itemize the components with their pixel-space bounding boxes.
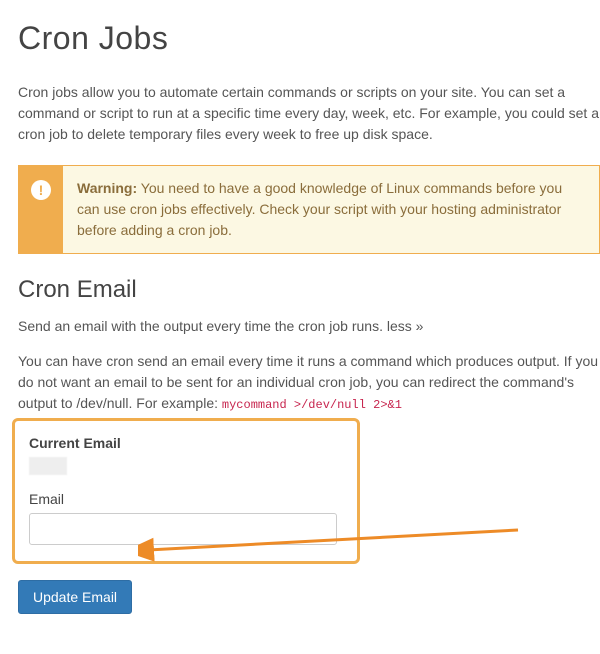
warning-alert: ! Warning: You need to have a good knowl… — [18, 165, 600, 254]
email-form-highlight: Current Email Email — [12, 418, 360, 564]
current-email-label: Current Email — [29, 435, 343, 451]
warning-icon: ! — [31, 180, 51, 200]
intro-text: Cron jobs allow you to automate certain … — [18, 82, 600, 145]
description: You can have cron send an email every ti… — [18, 351, 600, 414]
example-code: mycommand >/dev/null 2>&1 — [222, 398, 402, 412]
current-email-value — [29, 457, 67, 475]
warning-body: Warning: You need to have a good knowled… — [63, 166, 599, 253]
warning-text: You need to have a good knowledge of Lin… — [77, 180, 562, 238]
section-title: Cron Email — [18, 276, 600, 304]
subtitle: Send an email with the output every time… — [18, 316, 600, 337]
less-link[interactable]: less » — [387, 318, 424, 334]
subtitle-text: Send an email with the output every time… — [18, 318, 387, 334]
email-field[interactable] — [29, 513, 337, 545]
email-label: Email — [29, 491, 343, 507]
warning-label: Warning: — [77, 180, 137, 196]
warning-icon-column: ! — [19, 166, 63, 253]
update-email-button[interactable]: Update Email — [18, 580, 132, 614]
page-title: Cron Jobs — [18, 20, 600, 57]
